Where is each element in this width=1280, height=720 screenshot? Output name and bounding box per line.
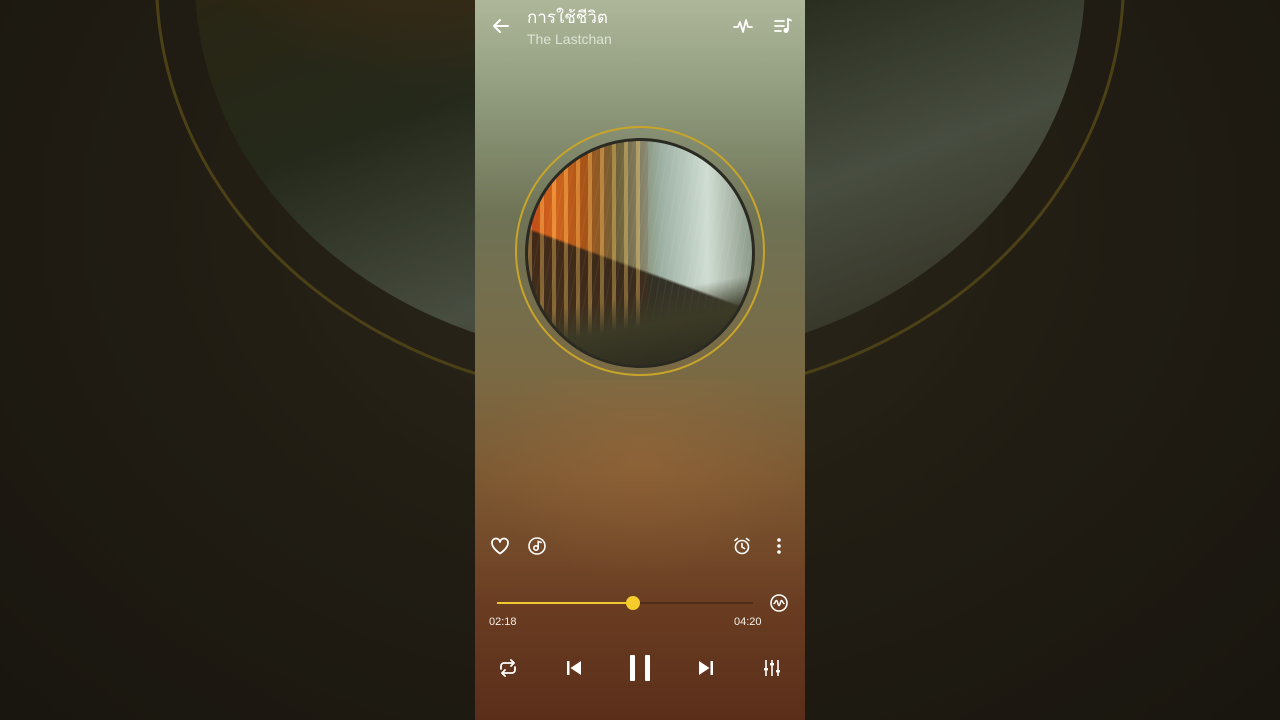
disc-music-icon[interactable]: [525, 534, 549, 558]
track-artist[interactable]: The Lastchan: [527, 31, 612, 47]
album-art-disc: [525, 138, 755, 368]
repeat-icon[interactable]: [495, 655, 521, 681]
current-time: 02:18: [489, 616, 517, 628]
alarm-clock-icon[interactable]: [730, 534, 754, 558]
seek-bar-thumb[interactable]: [625, 596, 640, 610]
audio-wave-icon[interactable]: [731, 14, 755, 38]
seek-bar-fill: [497, 602, 633, 604]
playlist-queue-icon[interactable]: [770, 13, 796, 39]
equalizer-icon[interactable]: [759, 655, 785, 681]
sound-wave-circle-icon[interactable]: [767, 591, 791, 615]
back-arrow-icon[interactable]: [489, 14, 513, 38]
more-vertical-icon[interactable]: [767, 534, 791, 558]
skip-next-icon[interactable]: [693, 655, 719, 681]
music-player-screen: การใช้ชีวิต The Lastchan 02:18 04:20: [475, 0, 805, 720]
total-time: 04:20: [734, 616, 762, 628]
track-title: การใช้ชีวิต: [527, 8, 608, 28]
skip-previous-icon[interactable]: [561, 655, 587, 681]
pause-icon[interactable]: [624, 651, 656, 685]
heart-icon[interactable]: [488, 534, 512, 558]
seek-bar[interactable]: [497, 596, 753, 610]
